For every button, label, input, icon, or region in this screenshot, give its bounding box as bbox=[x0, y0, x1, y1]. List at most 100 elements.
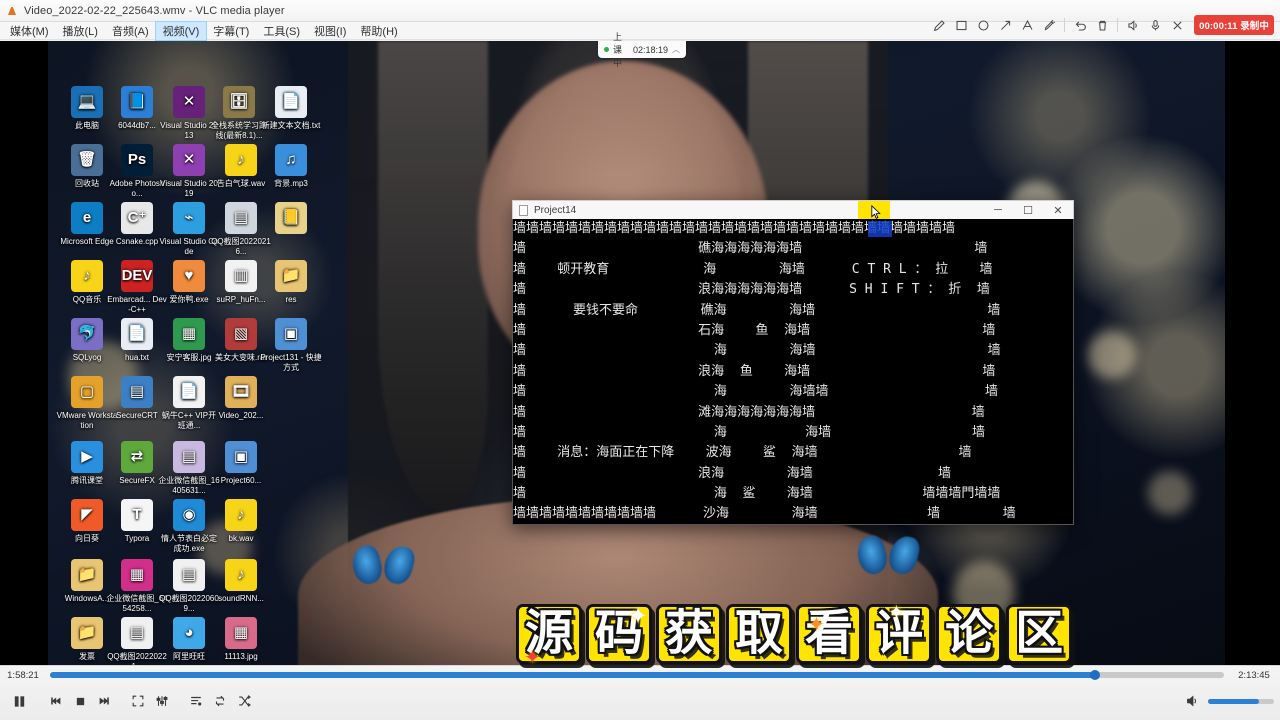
desktop-icon[interactable]: 🎞 Video_202... bbox=[210, 376, 272, 421]
maximize-button[interactable]: ☐ bbox=[1013, 201, 1043, 220]
highlighter-icon[interactable] bbox=[1038, 14, 1060, 36]
previous-button[interactable] bbox=[44, 689, 68, 713]
text-icon[interactable] bbox=[1016, 14, 1038, 36]
console-line: 墙 浪海 鱼 海墙 墙 bbox=[513, 363, 996, 379]
undo-icon[interactable] bbox=[1069, 14, 1091, 36]
volume-controls[interactable] bbox=[1180, 689, 1280, 713]
desktop-icon-label: Project131 - 快捷方式 bbox=[260, 353, 322, 372]
desktop-icon-label: 背景.mp3 bbox=[274, 179, 308, 188]
sparkle-icon: ✦ bbox=[808, 614, 825, 636]
console-line: 墙 浪海海海海海海墙 S H I F T ： 折 墙 bbox=[513, 282, 990, 298]
trash-icon[interactable] bbox=[1091, 14, 1113, 36]
seek-slider[interactable] bbox=[50, 670, 1224, 680]
toolbar-divider-1 bbox=[1064, 18, 1066, 32]
console-window-buttons[interactable]: ─ ☐ ✕ bbox=[983, 201, 1073, 220]
console-line: 墙墙墙墙墙墙墙墙墙墙墙 沙海 海墙 墙 墙 bbox=[513, 506, 1016, 522]
desktop-icon[interactable]: ♪ bk.wav bbox=[210, 499, 272, 544]
extended-settings-button[interactable] bbox=[150, 689, 174, 713]
menu-media[interactable]: 媒体(M) bbox=[3, 22, 56, 40]
desktop-icon[interactable]: ▦ 11113.jpg bbox=[210, 617, 272, 662]
console-line: 墙 顿开教育 海 海墙 C T R L ： 拉 墙 bbox=[513, 261, 993, 277]
ellipse-icon[interactable] bbox=[972, 14, 994, 36]
desktop-icon-grid: 💻 此电脑 📘 6044db7... ✕ Visual Studio 2013 🗄 全栈系统学… bbox=[48, 41, 328, 665]
bokeh-light bbox=[1088, 331, 1136, 379]
subtitle-character: 区 bbox=[1006, 604, 1073, 664]
menu-video[interactable]: 视频(V) bbox=[154, 20, 208, 41]
console-app-icon bbox=[519, 204, 528, 216]
status-dot-icon bbox=[604, 47, 609, 52]
rectangle-icon[interactable] bbox=[950, 14, 972, 36]
desktop-icon-glyph: T bbox=[121, 499, 153, 531]
pen-icon[interactable] bbox=[928, 14, 950, 36]
desktop-icon-glyph: ▥ bbox=[225, 260, 257, 292]
seek-handle[interactable] bbox=[1089, 670, 1100, 680]
subtitle-character: 取 bbox=[726, 604, 793, 664]
window-title: Video_2022-02-22_225643.wmv - VLC media … bbox=[24, 4, 285, 17]
desktop-icon-label: bk.wav bbox=[228, 534, 254, 543]
playlist-button[interactable] bbox=[184, 689, 208, 713]
desktop-icon-label: 11113.jpg bbox=[224, 652, 258, 661]
console-line: 墙 石海 鱼 海墙 墙 bbox=[513, 322, 996, 338]
desktop-icon-glyph: ▧ bbox=[225, 318, 257, 350]
loop-button[interactable] bbox=[208, 689, 232, 713]
desktop-icon[interactable]: ▣ Project60... bbox=[210, 441, 272, 486]
subtitle-character: 看 bbox=[796, 604, 863, 664]
volume-slider[interactable] bbox=[1208, 698, 1274, 704]
screen-root: Video_2022-02-22_225643.wmv - VLC media … bbox=[0, 0, 1280, 720]
pause-button[interactable] bbox=[4, 687, 34, 715]
desktop-icon-glyph: ♥ bbox=[173, 260, 205, 292]
desktop-icon-glyph: ▦ bbox=[173, 318, 205, 350]
menu-audio[interactable]: 音频(A) bbox=[105, 22, 156, 40]
minimize-button[interactable]: ─ bbox=[983, 201, 1013, 220]
desktop-icon[interactable]: ♪ soundRNN... bbox=[210, 559, 272, 604]
mouse-cursor-icon bbox=[871, 205, 881, 219]
menu-playback[interactable]: 播放(L) bbox=[56, 22, 105, 40]
desktop-icon-label: Video_202... bbox=[218, 411, 264, 420]
stop-button[interactable] bbox=[68, 689, 92, 713]
next-button[interactable] bbox=[92, 689, 116, 713]
class-status-indicator[interactable]: 上课中 02:18:19 ︿ bbox=[598, 32, 686, 68]
desktop-icon-glyph: ✕ bbox=[173, 86, 205, 118]
close-button[interactable]: ✕ bbox=[1043, 201, 1073, 220]
desktop-icon-glyph: ◤ bbox=[71, 499, 103, 531]
player-control-bar[interactable]: 1:58:21 2:13:45 bbox=[0, 665, 1280, 720]
console-window[interactable]: Project14 ─ ☐ ✕ 墙墙墙墙墙墙墙墙墙墙墙墙墙墙墙墙墙墙墙墙墙墙墙墙… bbox=[512, 200, 1074, 525]
desktop-icon[interactable]: ♫ 背景.mp3 bbox=[260, 144, 322, 189]
close-icon[interactable] bbox=[1166, 14, 1188, 36]
desktop-icon-glyph: 📄 bbox=[121, 318, 153, 350]
transport-controls[interactable] bbox=[0, 684, 1280, 718]
desktop-icon[interactable]: 📒 bbox=[260, 202, 322, 237]
microphone-icon[interactable] bbox=[1144, 14, 1166, 36]
recording-toolbar[interactable]: 00:00:11 录制中 bbox=[928, 12, 1280, 38]
desktop-icon-glyph: ◕ bbox=[173, 617, 205, 649]
desktop-icon[interactable]: 📁 res bbox=[260, 260, 322, 305]
shuffle-button[interactable] bbox=[232, 689, 256, 713]
speaker-icon[interactable] bbox=[1122, 14, 1144, 36]
desktop-icon-glyph: 🗑 bbox=[71, 144, 103, 176]
console-titlebar[interactable]: Project14 ─ ☐ ✕ bbox=[512, 200, 1074, 220]
desktop-icon-glyph: 💻 bbox=[71, 86, 103, 118]
fullscreen-button[interactable] bbox=[126, 689, 150, 713]
desktop-icon-glyph: ✕ bbox=[173, 144, 205, 176]
desktop-icon[interactable]: 📄 新建文本文档.txt bbox=[260, 86, 322, 131]
recording-status-badge: 00:00:11 录制中 bbox=[1194, 15, 1274, 35]
desktop-icon-glyph: C⁺ bbox=[121, 202, 153, 234]
desktop-icon-glyph: 📄 bbox=[275, 86, 307, 118]
arrow-icon[interactable] bbox=[994, 14, 1016, 36]
chevron-up-icon[interactable]: ︿ bbox=[672, 44, 680, 55]
menu-help[interactable]: 帮助(H) bbox=[353, 22, 404, 40]
vlc-cone-icon bbox=[6, 4, 19, 17]
menu-subtitle[interactable]: 字幕(T) bbox=[206, 22, 256, 40]
console-line: 墙 海 海墙墙 墙 bbox=[513, 384, 998, 400]
desktop-icon-glyph: 📄 bbox=[173, 376, 205, 408]
desktop-icon-label: QQ截图20220216... bbox=[211, 237, 271, 256]
desktop-icon-glyph: 📘 bbox=[121, 86, 153, 118]
desktop-icon-glyph: ▤ bbox=[173, 441, 205, 473]
volume-icon[interactable] bbox=[1180, 689, 1204, 713]
desktop-icon[interactable]: ▣ Project131 - 快捷方式 bbox=[260, 318, 322, 372]
desktop-icon-glyph: ▣ bbox=[275, 318, 307, 350]
menu-tools[interactable]: 工具(S) bbox=[256, 22, 307, 40]
menu-view[interactable]: 视图(I) bbox=[307, 22, 353, 40]
desktop-icon-label: Project60... bbox=[220, 476, 262, 485]
desktop-icon-glyph: ▢ bbox=[71, 376, 103, 408]
